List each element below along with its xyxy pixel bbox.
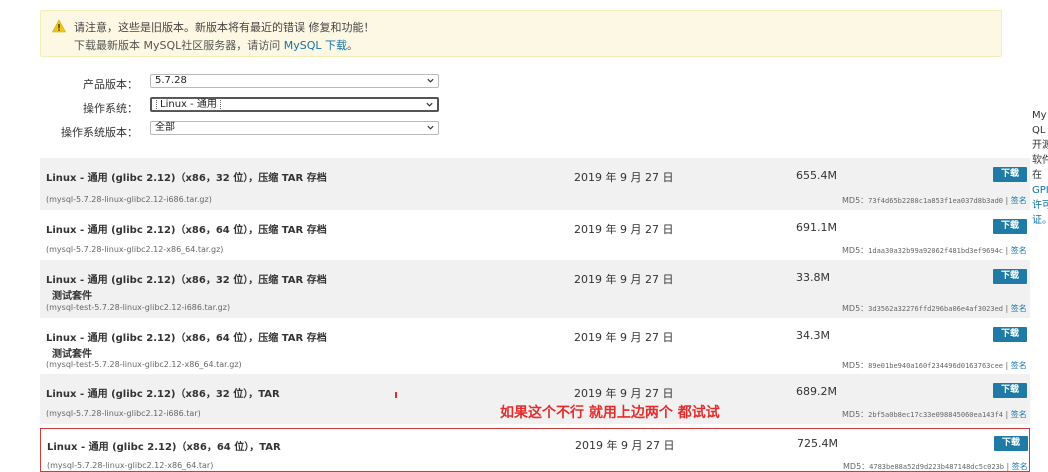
md5-hash: 89e01be940a160f234496d0163763cee — [868, 362, 1004, 370]
row-subtitle: 测试套件 — [52, 291, 92, 302]
notice-prefix: 下载最新版本 MySQL社区服务器，请访问 — [74, 39, 284, 52]
separator: | — [1003, 410, 1011, 419]
row-title: Linux - 通用 (glibc 2.12)（x86，64 位），压缩 TAR… — [46, 333, 327, 344]
sidebar-line: My — [1032, 110, 1047, 121]
download-button[interactable]: 下载 — [993, 383, 1027, 398]
row-subtitle: 测试套件 — [52, 349, 92, 360]
row-md5: MD5：73f4d65b2288c1a853f1ea037d8b3ad0 | 签… — [842, 195, 1027, 206]
download-button[interactable]: 下载 — [993, 219, 1027, 234]
row-size: 655.4M — [796, 169, 837, 182]
row-filename: (mysql-5.7.28-linux-glibc2.12-i686.tar.g… — [46, 195, 212, 204]
row-date: 2019 年 9 月 27 日 — [575, 439, 675, 452]
md5-label: MD5： — [842, 246, 869, 255]
download-row: Linux - 通用 (glibc 2.12)（x86，32 位），压缩 TAR… — [40, 260, 1030, 318]
separator: | — [1004, 462, 1012, 471]
md5-label: MD5： — [842, 196, 869, 205]
row-size: 34.3M — [796, 329, 830, 342]
md5-label: MD5： — [843, 462, 870, 471]
row-title: Linux - 通用 (glibc 2.12)（x86，32 位），压缩 TAR… — [46, 173, 327, 184]
download-row: Linux - 通用 (glibc 2.12)（x86，64 位），压缩 TAR… — [40, 210, 1030, 260]
row-filename: (mysql-5.7.28-linux-glibc2.12-i686.tar) — [46, 409, 201, 418]
separator: | — [1003, 304, 1011, 313]
row-filename: (mysql-5.7.28-linux-glibc2.12-x86_64.tar… — [46, 245, 224, 254]
notice-download-text: 下载最新版本 MySQL社区服务器，请访问 MySQL 下载。 — [74, 37, 358, 53]
sidebar-line: 开源 — [1032, 140, 1048, 151]
download-button[interactable]: 下载 — [993, 269, 1027, 284]
row-filename: (mysql-test-5.7.28-linux-glibc2.12-i686.… — [46, 303, 231, 312]
row-size: 725.4M — [797, 437, 838, 450]
signature-link[interactable]: 签名 — [1011, 410, 1027, 419]
row-md5: MD5：1daa30a32b99a92062f481bd3ef9694c | 签… — [842, 245, 1027, 256]
signature-link[interactable]: 签名 — [1011, 304, 1027, 313]
annotation-mark — [395, 392, 397, 398]
os-version-label: 操作系统版本： — [61, 126, 138, 139]
sidebar-line: 在 — [1032, 170, 1042, 181]
row-title: Linux - 通用 (glibc 2.12)（x86，64 位），TAR — [47, 442, 281, 453]
row-md5: MD5：2bf5a0b8ec17c33e098845060ea143f4 | 签… — [842, 409, 1027, 420]
row-date: 2019 年 9 月 27 日 — [574, 171, 674, 184]
signature-link[interactable]: 签名 — [1011, 196, 1027, 205]
row-date: 2019 年 9 月 27 日 — [574, 223, 674, 236]
row-size: 33.8M — [796, 271, 830, 284]
annotation-text: 如果这个不行 就用上边两个 都试试 — [500, 405, 720, 421]
signature-link[interactable]: 签名 — [1011, 246, 1027, 255]
row-md5: MD5：4783be88a52d9d223b487148dc5c023b | 签… — [843, 461, 1028, 472]
os-version-select[interactable]: 全部 — [150, 121, 439, 135]
row-filename: (mysql-test-5.7.28-linux-glibc2.12-x86_6… — [46, 360, 242, 369]
product-version-label: 产品版本： — [83, 78, 138, 91]
old-version-notice: 请注意，这些是旧版本。新版本将有最近的错误 修复和功能！ 下载最新版本 MySQ… — [40, 10, 1002, 57]
row-title: Linux - 通用 (glibc 2.12)（x86，64 位），压缩 TAR… — [46, 225, 327, 236]
chevron-down-icon — [426, 102, 433, 107]
row-title: Linux - 通用 (glibc 2.12)（x86，32 位），压缩 TAR… — [46, 275, 327, 286]
row-size: 689.2M — [796, 385, 837, 398]
separator: | — [1003, 246, 1011, 255]
signature-link[interactable]: 签名 — [1012, 462, 1028, 471]
mysql-downloads-link[interactable]: MySQL 下载 — [284, 39, 347, 52]
gpl-link[interactable]: GPI — [1032, 183, 1048, 198]
row-date: 2019 年 9 月 27 日 — [574, 387, 674, 400]
row-md5: MD5：89e01be940a160f234496d0163763cee | 签… — [842, 360, 1027, 371]
separator: | — [1003, 196, 1011, 205]
os-value: Linux - 通用 — [156, 98, 221, 111]
os-select[interactable]: Linux - 通用 — [150, 97, 439, 112]
product-version-value: 5.7.28 — [155, 75, 187, 86]
chevron-down-icon — [427, 125, 434, 130]
md5-label: MD5： — [842, 361, 869, 370]
download-button[interactable]: 下载 — [994, 436, 1028, 451]
signature-link[interactable]: 签名 — [1011, 361, 1027, 370]
gpl-link-line[interactable]: 许可 — [1032, 198, 1048, 213]
download-row: Linux - 通用 (glibc 2.12)（x86，64 位），压缩 TAR… — [40, 318, 1030, 374]
md5-hash: 1daa30a32b99a92062f481bd3ef9694c — [868, 247, 1004, 255]
md5-hash: 2bf5a0b8ec17c33e098845060ea143f4 — [868, 411, 1004, 419]
row-md5: MD5：3d3562a32276ffd296ba06e4af3023ed | 签… — [842, 303, 1027, 314]
row-size: 691.1M — [796, 221, 837, 234]
md5-hash: 73f4d65b2288c1a853f1ea037d8b3ad0 — [868, 197, 1004, 205]
md5-label: MD5： — [842, 304, 869, 313]
notice-suffix: 。 — [347, 39, 359, 52]
md5-hash: 4783be88a52d9d223b487148dc5c023b — [869, 463, 1005, 471]
product-version-select[interactable]: 5.7.28 — [150, 74, 439, 88]
row-date: 2019 年 9 月 27 日 — [574, 273, 674, 286]
md5-hash: 3d3562a32276ffd296ba06e4af3023ed — [868, 305, 1004, 313]
os-label: 操作系统： — [83, 102, 138, 115]
md5-label: MD5： — [842, 410, 869, 419]
os-version-value: 全部 — [155, 122, 175, 133]
row-date: 2019 年 9 月 27 日 — [574, 331, 674, 344]
download-row: Linux - 通用 (glibc 2.12)（x86，32 位），压缩 TAR… — [40, 158, 1030, 210]
sidebar-line: 软件 — [1032, 155, 1048, 166]
sidebar-license-text: My QL 开源 软件 在 GPI 许可 证。 — [1032, 108, 1048, 228]
notice-text: 请注意，这些是旧版本。新版本将有最近的错误 修复和功能！ — [74, 21, 375, 34]
gpl-link-line[interactable]: 证。 — [1032, 213, 1048, 228]
row-title: Linux - 通用 (glibc 2.12)（x86，32 位），TAR — [46, 389, 280, 400]
sidebar-line: QL — [1032, 125, 1046, 136]
warning-icon — [52, 19, 66, 33]
download-button[interactable]: 下载 — [993, 327, 1027, 342]
chevron-down-icon — [427, 78, 434, 83]
row-filename: (mysql-5.7.28-linux-glibc2.12-x86_64.tar… — [47, 461, 214, 470]
download-button[interactable]: 下载 — [993, 167, 1027, 182]
separator: | — [1003, 361, 1011, 370]
download-row-highlighted: Linux - 通用 (glibc 2.12)（x86，64 位），TAR (m… — [40, 428, 1030, 472]
